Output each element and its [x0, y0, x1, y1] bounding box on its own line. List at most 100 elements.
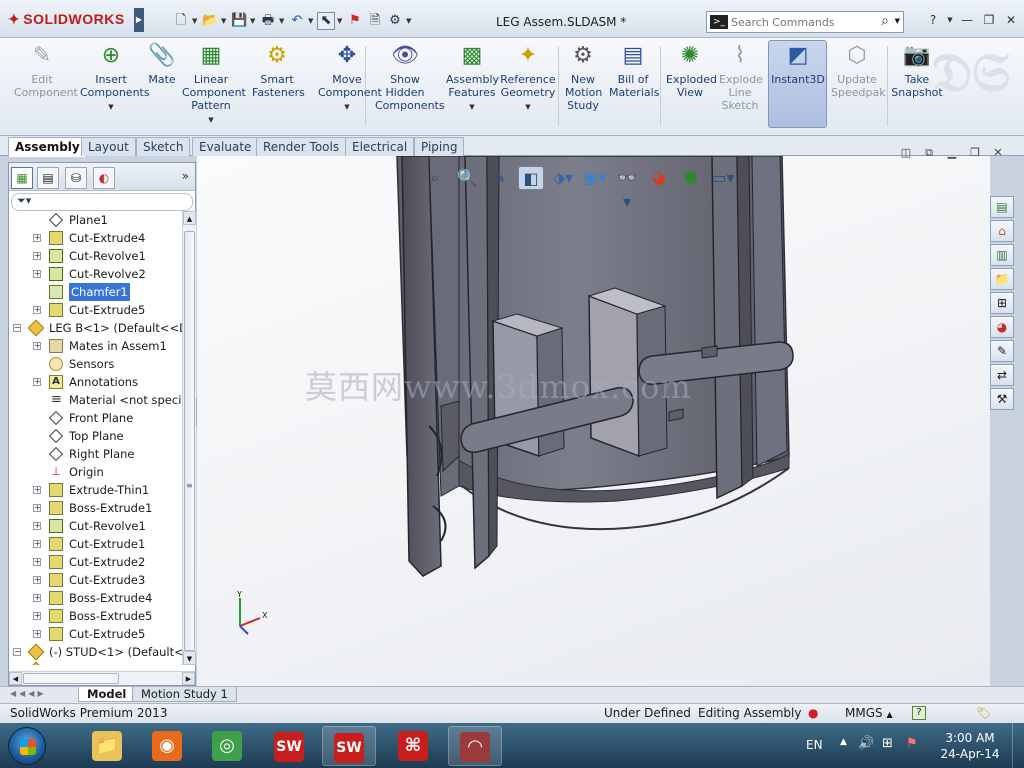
tree-item[interactable]: + Boss-Extrude4: [9, 589, 182, 607]
expand-icon[interactable]: +: [33, 594, 41, 602]
design-library-icon[interactable]: ▥: [990, 244, 1014, 266]
viewport-close-icon[interactable]: ✕: [990, 146, 1006, 160]
tab-model[interactable]: Model: [78, 687, 136, 702]
tree-item[interactable]: + Cut-Extrude2: [9, 553, 182, 571]
graphics-area[interactable]: 莫西网www.3dmox.com Y X: [197, 156, 990, 686]
tool-bill-of-materials[interactable]: ▤ Bill of Materials: [609, 42, 659, 99]
select-cursor-icon[interactable]: ⬉: [317, 12, 335, 30]
search-icon[interactable]: ⌕: [881, 13, 889, 29]
hide-show-items-icon[interactable]: 👓▾: [614, 166, 640, 211]
search-input[interactable]: [731, 14, 871, 30]
solidworks-forum-icon[interactable]: ⇄: [990, 364, 1014, 386]
expand-icon[interactable]: +: [33, 378, 41, 386]
undo-dropdown-icon[interactable]: ▼: [308, 17, 315, 25]
expand-icon[interactable]: +: [33, 252, 41, 260]
tab-render-tools[interactable]: Render Tools: [256, 137, 347, 156]
tree-item[interactable]: Material <not specifie: [9, 391, 182, 409]
tree-item[interactable]: Sensors: [9, 355, 182, 373]
tool-dropdown-icon[interactable]: ▼: [80, 101, 142, 114]
command-search-icon[interactable]: >_: [710, 15, 728, 29]
tool-assembly-features[interactable]: ▩ Assembly Features ▼: [446, 42, 499, 114]
tree-item[interactable]: + Boss-Extrude1: [9, 499, 182, 517]
system-clock[interactable]: 3:00 AM 24-Apr-14: [938, 730, 1002, 762]
assembly-model-render[interactable]: [197, 156, 990, 686]
tree-filter[interactable]: ⏷▾: [11, 193, 193, 211]
expand-icon[interactable]: +: [33, 270, 41, 278]
h-scroll-thumb[interactable]: [23, 673, 119, 684]
tree-item[interactable]: + Cut-Revolve1: [9, 247, 182, 265]
tab-nav-arrows-icon[interactable]: ◀◀◀▶: [10, 689, 47, 698]
volume-icon[interactable]: 🔊: [858, 736, 874, 768]
start-button[interactable]: [8, 727, 46, 765]
expand-icon[interactable]: +: [33, 630, 41, 638]
minimize-icon[interactable]: —: [958, 12, 976, 28]
tool-take-snapshot[interactable]: 📷 Take Snapshot: [891, 42, 943, 99]
file-explorer-icon[interactable]: 📁: [990, 268, 1014, 290]
taskbar-app-solidworks-2[interactable]: SW: [322, 726, 376, 766]
tree-item[interactable]: + Cut-Extrude5: [9, 301, 182, 319]
tool-dropdown-icon[interactable]: ▼: [182, 114, 240, 127]
view-orientation-icon[interactable]: ⬗▾: [550, 166, 576, 190]
scroll-down-arrow[interactable]: ▼: [183, 651, 196, 665]
tree-item[interactable]: Plane1: [9, 211, 182, 229]
previous-view-icon[interactable]: ✎: [486, 166, 512, 190]
collapse-icon[interactable]: −: [13, 648, 21, 656]
tree-item[interactable]: − LEG B<1> (Default<<Def: [9, 319, 182, 337]
search-commands-box[interactable]: >_ ⌕ ▼: [706, 11, 904, 33]
tool-reference-geometry[interactable]: ✦ Reference Geometry ▼: [500, 42, 556, 114]
custom-properties-icon[interactable]: ✎: [990, 340, 1014, 362]
restore-icon[interactable]: ❐: [980, 12, 998, 28]
undo-icon[interactable]: ↶: [288, 12, 306, 30]
expand-icon[interactable]: +: [33, 576, 41, 584]
expand-icon[interactable]: +: [33, 306, 41, 314]
show-desktop-button[interactable]: [1012, 723, 1024, 768]
tool-move-component[interactable]: ✥ Move Component ▼: [318, 42, 382, 114]
viewport-restore-icon[interactable]: ❐: [967, 146, 983, 160]
expand-icon[interactable]: +: [33, 540, 41, 548]
units-selector[interactable]: MMGS ▲: [845, 704, 893, 724]
tool-insert-components[interactable]: ⊕ Insert Components ▼: [80, 42, 150, 114]
print-icon[interactable]: 🖶: [259, 12, 277, 30]
view-palette-icon[interactable]: ⊞: [990, 292, 1014, 314]
tree-item[interactable]: −(-) STUD<2> (Default: [9, 661, 182, 665]
configurationmanager-tab-icon[interactable]: ⛁: [65, 167, 87, 189]
apply-scene-icon[interactable]: ⬢: [678, 166, 704, 190]
taskbar-app-firefox[interactable]: ◉: [140, 726, 194, 766]
save-icon[interactable]: 💾: [230, 12, 248, 30]
search-dropdown-icon[interactable]: ▼: [895, 17, 900, 25]
section-view-icon[interactable]: ◧: [518, 166, 544, 190]
expand-icon[interactable]: +: [33, 522, 41, 530]
display-style-icon[interactable]: ▣▾: [582, 166, 608, 190]
tab-layout[interactable]: Layout: [81, 137, 136, 156]
tab-sketch[interactable]: Sketch: [136, 137, 191, 156]
tree-item[interactable]: Chamfer1: [9, 282, 182, 302]
tree-item[interactable]: ⊥ Origin: [9, 463, 182, 481]
viewport-link-icon[interactable]: ⧉: [921, 146, 937, 160]
expand-icon[interactable]: +: [33, 558, 41, 566]
new-file-icon[interactable]: 🗋: [172, 12, 190, 30]
collapse-icon[interactable]: −: [13, 324, 21, 332]
tool-smart-fasteners[interactable]: ⚙ Smart Fasteners: [252, 42, 305, 99]
tag-icon[interactable]: 🏷: [976, 704, 991, 723]
tool-update-speedpak[interactable]: ⬡ Update Speedpak: [831, 42, 886, 99]
tree-item[interactable]: + Cut-Extrude3: [9, 571, 182, 589]
file-properties-icon[interactable]: 🗎: [366, 12, 384, 30]
help-icon[interactable]: ?: [924, 12, 942, 28]
expand-icon[interactable]: +: [33, 234, 41, 242]
tree-item[interactable]: + Cut-Revolve2: [9, 265, 182, 283]
rebuild-icon[interactable]: ⚑: [346, 12, 364, 30]
tool-mate[interactable]: 📎 Mate: [147, 42, 177, 86]
tree-item[interactable]: − (-) STUD<1> (Default<<|: [9, 643, 182, 661]
show-hidden-icons-icon[interactable]: ▲: [840, 737, 847, 768]
tool-instant3d[interactable]: ◩ Instant3D: [770, 42, 826, 86]
toolbox-icon[interactable]: ⚒: [990, 388, 1014, 410]
expand-icon[interactable]: +: [33, 342, 41, 350]
appearance-tab-icon[interactable]: ◐: [93, 167, 115, 189]
save-dropdown-icon[interactable]: ▼: [250, 17, 257, 25]
tool-exploded-view[interactable]: ✺ Exploded View: [666, 42, 717, 99]
tool-explode-line-sketch[interactable]: ⌇ Explode Line Sketch: [719, 42, 763, 112]
language-indicator[interactable]: EN: [806, 738, 823, 768]
tree-horizontal-scrollbar[interactable]: ◀ ▶: [9, 671, 195, 685]
expand-icon[interactable]: +: [33, 486, 41, 494]
tree-item[interactable]: + Cut-Extrude1: [9, 535, 182, 553]
